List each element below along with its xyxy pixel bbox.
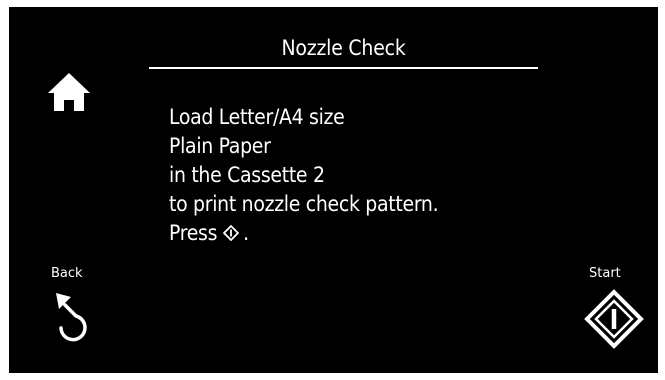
printer-lcd-screen: Nozzle Check Load Letter/A4 size Plain P… [9,7,658,373]
back-button[interactable] [49,283,101,347]
start-icon [223,225,240,241]
start-label: Start [589,266,621,281]
home-icon [48,73,90,111]
start-icon [584,289,644,349]
title-divider [149,67,538,69]
message-line: Load Letter/A4 size [169,105,345,129]
back-arrow-icon [56,293,87,342]
start-button[interactable] [583,288,645,350]
press-suffix: . [243,221,249,245]
home-button[interactable] [45,71,93,115]
page-title: Nozzle Check [281,36,406,60]
back-label: Back [51,266,83,281]
message-line: in the Cassette 2 [169,163,325,187]
message-line: to print nozzle check pattern. [169,192,439,216]
press-text: Press [169,221,218,245]
instruction-message: Load Letter/A4 size Plain Paper in the C… [169,103,439,248]
press-start-line: Press . [169,219,438,248]
message-line: Plain Paper [169,134,271,158]
